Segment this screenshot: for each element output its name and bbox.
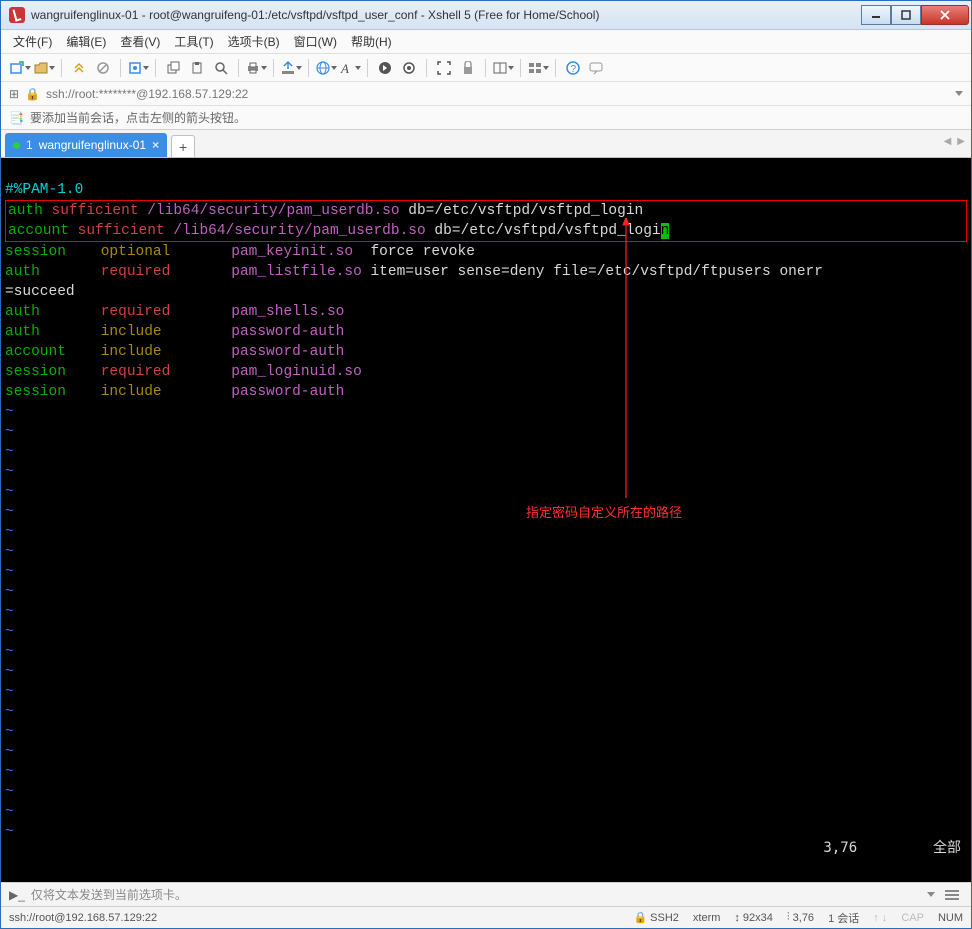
cursor: n <box>661 223 670 239</box>
toolbar: A ? <box>1 54 971 82</box>
address-dropdown-icon[interactable] <box>955 91 963 96</box>
maximize-button[interactable] <box>891 5 921 25</box>
highlighted-block: auth sufficient /lib64/security/pam_user… <box>5 200 967 242</box>
tab-close-icon[interactable]: × <box>152 138 159 152</box>
disconnect-icon[interactable] <box>92 57 114 79</box>
expand-icon[interactable]: ⊞ <box>9 87 19 101</box>
tab-label: wangruifenglinux-01 <box>39 138 146 152</box>
menu-window[interactable]: 窗口(W) <box>294 33 337 50</box>
separator <box>485 59 486 77</box>
menu-options[interactable]: 选项卡(B) <box>228 33 280 50</box>
transfer-icon[interactable] <box>280 57 302 79</box>
status-num: NUM <box>938 912 963 924</box>
tab-prev-icon[interactable]: ◀ <box>944 136 952 147</box>
send-bar: ▶_ 仅将文本发送到当前选项卡。 <box>1 882 971 906</box>
print-icon[interactable] <box>245 57 267 79</box>
status-term: xterm <box>693 912 721 924</box>
separator <box>238 59 239 77</box>
separator <box>273 59 274 77</box>
separator <box>308 59 309 77</box>
minimize-button[interactable] <box>861 5 891 25</box>
terminal-status: 3,76 全部 <box>773 818 961 878</box>
terminal-tildes: ~ ~ ~ ~ ~ ~ ~ ~ ~ ~ ~ ~ ~ ~ ~ ~ ~ ~ ~ ~ … <box>5 402 967 842</box>
info-text: 要添加当前会话，点击左侧的箭头按钮。 <box>30 109 246 126</box>
tile-icon[interactable] <box>527 57 549 79</box>
tab-bar: 1 wangruifenglinux-01 × + ◀ ▶ <box>1 130 971 158</box>
status-bar: ssh://root@192.168.57.129:22 🔒 SSH2 xter… <box>1 906 971 928</box>
lock-icon[interactable] <box>457 57 479 79</box>
separator <box>367 59 368 77</box>
status-cap: CAP <box>901 912 924 924</box>
menu-view[interactable]: 查看(V) <box>120 33 160 50</box>
open-icon[interactable] <box>33 57 55 79</box>
help-icon[interactable]: ? <box>562 57 584 79</box>
separator <box>155 59 156 77</box>
send-placeholder[interactable]: 仅将文本发送到当前选项卡。 <box>31 886 921 903</box>
send-dropdown-icon[interactable] <box>927 892 935 897</box>
info-bar: 📑 要添加当前会话，点击左侧的箭头按钮。 <box>1 106 971 130</box>
address-text[interactable]: ssh://root:********@192.168.57.129:22 <box>46 87 949 101</box>
status-connection: ssh://root@192.168.57.129:22 <box>9 912 157 924</box>
tab-next-icon[interactable]: ▶ <box>957 136 965 147</box>
separator <box>120 59 121 77</box>
separator <box>426 59 427 77</box>
status-pos: ⫶ 3,76 <box>787 911 814 924</box>
tab-index: 1 <box>26 138 33 152</box>
layout-icon[interactable] <box>492 57 514 79</box>
separator <box>520 59 521 77</box>
term-header: #%PAM-1.0 <box>5 182 83 198</box>
hamburger-icon[interactable] <box>941 886 963 904</box>
send-icon[interactable]: ▶_ <box>9 888 25 902</box>
menu-help[interactable]: 帮助(H) <box>351 33 392 50</box>
new-session-icon[interactable] <box>9 57 31 79</box>
new-tab-button[interactable]: + <box>171 135 195 157</box>
bookmark-icon[interactable]: 📑 <box>9 111 24 125</box>
window-title: wangruifenglinux-01 - root@wangruifeng-0… <box>31 8 861 22</box>
menu-file[interactable]: 文件(F) <box>13 33 52 50</box>
copy-icon[interactable] <box>162 57 184 79</box>
session-tab[interactable]: 1 wangruifenglinux-01 × <box>5 133 167 157</box>
paste-icon[interactable] <box>186 57 208 79</box>
annotation-text: 指定密码自定义所在的路径 <box>526 503 682 523</box>
status-updown-icon: ↑ ↓ <box>873 912 887 924</box>
separator <box>61 59 62 77</box>
reconnect-icon[interactable] <box>68 57 90 79</box>
find-icon[interactable] <box>210 57 232 79</box>
script-icon[interactable] <box>374 57 396 79</box>
window-controls <box>861 5 969 25</box>
separator <box>555 59 556 77</box>
globe-icon[interactable] <box>315 57 337 79</box>
lock-small-icon: 🔒 <box>25 87 40 101</box>
address-bar: ⊞ 🔒 ssh://root:********@192.168.57.129:2… <box>1 82 971 106</box>
svg-text:?: ? <box>571 64 577 75</box>
highlight-icon[interactable] <box>398 57 420 79</box>
terminal[interactable]: #%PAM-1.0 auth sufficient /lib64/securit… <box>1 158 971 882</box>
fullscreen-icon[interactable] <box>433 57 455 79</box>
font-icon[interactable]: A <box>339 57 361 79</box>
svg-text:A: A <box>340 61 349 75</box>
status-ssh: 🔒 SSH2 <box>633 911 678 924</box>
app-window: wangruifenglinux-01 - root@wangruifeng-0… <box>0 0 972 929</box>
status-size: ↕ 92x34 <box>734 912 772 924</box>
menu-tools[interactable]: 工具(T) <box>174 33 213 50</box>
status-dot-icon <box>13 142 20 149</box>
about-icon[interactable] <box>586 57 608 79</box>
close-button[interactable] <box>921 5 969 25</box>
status-sessions: 1 会话 <box>828 910 859 926</box>
terminal-lines: session optional pam_keyinit.so force re… <box>5 242 967 402</box>
app-icon <box>9 7 25 23</box>
menubar: 文件(F) 编辑(E) 查看(V) 工具(T) 选项卡(B) 窗口(W) 帮助(… <box>1 30 971 54</box>
titlebar[interactable]: wangruifenglinux-01 - root@wangruifeng-0… <box>1 1 971 30</box>
tab-nav: ◀ ▶ <box>944 136 965 147</box>
menu-edit[interactable]: 编辑(E) <box>66 33 106 50</box>
properties-icon[interactable] <box>127 57 149 79</box>
